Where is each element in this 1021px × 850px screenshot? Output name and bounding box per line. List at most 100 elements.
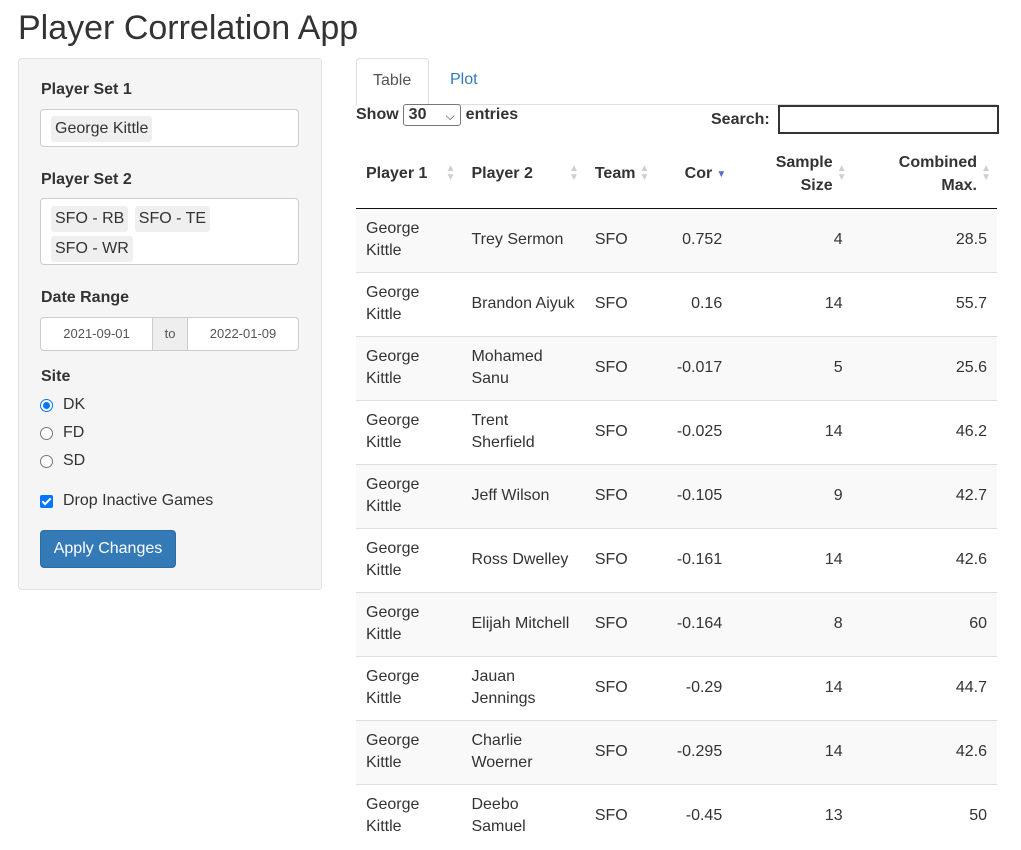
radio-button[interactable] bbox=[40, 454, 53, 468]
column-header-label: Sample Size bbox=[775, 153, 833, 194]
cell-combined-max: 60 bbox=[852, 591, 997, 656]
table-row: George Kittle Trent Sherfield SFO -0.025 14 4… bbox=[356, 399, 997, 464]
start-date-input[interactable]: 2021-09-01 bbox=[40, 317, 153, 351]
column-header-label: Cor bbox=[684, 165, 713, 183]
selected-chip[interactable]: SFO - TE bbox=[134, 206, 211, 232]
cell-player-1: George Kittle bbox=[356, 208, 462, 272]
radio-button[interactable] bbox=[40, 426, 53, 440]
cell-sample-size: 14 bbox=[732, 271, 853, 336]
cell-team: SFO bbox=[584, 271, 656, 336]
column-header-cor[interactable]: Cor ▼ bbox=[655, 140, 733, 209]
column-header-team[interactable]: Team ▲ ▼ bbox=[584, 140, 656, 209]
cell-player-2: Jeff Wilson bbox=[461, 463, 585, 528]
show-label: Show bbox=[356, 106, 399, 123]
drop-inactive-checkbox[interactable] bbox=[40, 494, 53, 508]
selected-chip[interactable]: George Kittle bbox=[51, 116, 153, 142]
drop-inactive-label: Drop Inactive Games bbox=[63, 492, 214, 509]
cell-combined-max: 50 bbox=[852, 783, 997, 848]
radio-button[interactable] bbox=[40, 398, 53, 412]
radio-label: FD bbox=[63, 424, 85, 441]
cell-player-1: George Kittle bbox=[356, 655, 462, 720]
cell-sample-size: 13 bbox=[732, 783, 853, 848]
cell-cor: -0.161 bbox=[655, 527, 733, 592]
column-header-player-2[interactable]: Player 2 ▲ ▼ bbox=[461, 140, 585, 209]
cell-cor: -0.295 bbox=[655, 719, 733, 784]
table-body: George Kittle Trey Sermon SFO 0.752 4 28.5 Geo… bbox=[356, 208, 997, 848]
sort-icon: ▲ ▼ bbox=[568, 163, 579, 183]
site-option-sd[interactable]: SD bbox=[40, 452, 85, 470]
cell-player-1: George Kittle bbox=[356, 591, 462, 656]
column-header-combined-max[interactable]: Combined Max. ▲ ▼ bbox=[852, 140, 997, 209]
sort-icon: ▲ ▼ bbox=[639, 163, 650, 183]
cell-player-1: George Kittle bbox=[356, 335, 462, 400]
cell-team: SFO bbox=[584, 783, 656, 848]
cell-team: SFO bbox=[584, 655, 656, 720]
cell-player-2: Mohamed Sanu bbox=[461, 335, 585, 400]
cell-player-2: Ross Dwelley bbox=[461, 527, 585, 592]
cell-cor: -0.29 bbox=[655, 655, 733, 720]
cell-cor: 0.752 bbox=[655, 208, 733, 272]
correlation-table: Player 1 ▲ ▼ Player 2 ▲ ▼ Team ▲ ▼ Cor ▼ Sa… bbox=[356, 140, 997, 848]
selected-chip[interactable]: SFO - RB bbox=[51, 206, 129, 232]
cell-combined-max: 42.7 bbox=[852, 463, 997, 528]
chevron-down-icon: ⌵ bbox=[445, 109, 455, 123]
cell-team: SFO bbox=[584, 335, 656, 400]
table-row: George Kittle Ross Dwelley SFO -0.161 14 42.6 bbox=[356, 527, 997, 592]
cell-combined-max: 42.6 bbox=[852, 527, 997, 592]
cell-combined-max: 46.2 bbox=[852, 399, 997, 464]
cell-player-1: George Kittle bbox=[356, 463, 462, 528]
date-range-separator: to bbox=[153, 317, 187, 351]
table-search-control: Search: bbox=[711, 105, 999, 134]
column-header-sample-size[interactable]: Sample Size ▲ ▼ bbox=[732, 140, 853, 209]
cell-player-2: Deebo Samuel bbox=[461, 783, 585, 848]
table-row: George Kittle Trey Sermon SFO 0.752 4 28.5 bbox=[356, 208, 997, 272]
cell-sample-size: 14 bbox=[732, 399, 853, 464]
tab-table[interactable]: Table bbox=[356, 58, 429, 106]
player-set-1-label: Player Set 1 bbox=[41, 81, 132, 98]
cell-player-1: George Kittle bbox=[356, 527, 462, 592]
cell-combined-max: 55.7 bbox=[852, 271, 997, 336]
cell-player-2: Brandon Aiyuk bbox=[461, 271, 585, 336]
selected-chip[interactable]: SFO - WR bbox=[51, 236, 133, 262]
cell-team: SFO bbox=[584, 399, 656, 464]
tab-plot[interactable]: Plot bbox=[434, 58, 494, 105]
table-header-row: Player 1 ▲ ▼ Player 2 ▲ ▼ Team ▲ ▼ Cor ▼ Sa… bbox=[356, 140, 997, 209]
cell-player-1: George Kittle bbox=[356, 399, 462, 464]
sort-icon: ▲ ▼ bbox=[981, 163, 991, 183]
table-row: George Kittle Jauan Jennings SFO -0.29 14 44.… bbox=[356, 655, 997, 720]
sort-descending-icon: ▼ bbox=[716, 169, 727, 180]
entries-select[interactable]: 30 ⌵ bbox=[402, 104, 461, 126]
column-header-label: Team bbox=[594, 165, 636, 183]
player-set-2-select[interactable]: SFO - RB SFO - TE SFO - WR bbox=[40, 198, 299, 265]
cell-player-2: Jauan Jennings bbox=[461, 655, 585, 720]
site-option-fd[interactable]: FD bbox=[40, 424, 84, 442]
player-set-1-select[interactable]: George Kittle bbox=[40, 109, 299, 147]
date-range-input: 2021-09-01 to 2022-01-09 bbox=[40, 317, 299, 351]
cell-team: SFO bbox=[584, 463, 656, 528]
table-row: George Kittle Jeff Wilson SFO -0.105 9 42.7 bbox=[356, 463, 997, 528]
table-row: George Kittle Elijah Mitchell SFO -0.164 8 60 bbox=[356, 591, 997, 656]
sidebar-panel: Player Set 1 George Kittle Player Set 2 … bbox=[18, 58, 322, 590]
cell-team: SFO bbox=[584, 719, 656, 784]
player-set-2-label: Player Set 2 bbox=[41, 171, 132, 188]
cell-sample-size: 5 bbox=[732, 335, 853, 400]
cell-player-2: Trey Sermon bbox=[461, 208, 585, 272]
cell-combined-max: 28.5 bbox=[852, 208, 997, 272]
site-label: Site bbox=[41, 368, 71, 385]
column-header-player-1[interactable]: Player 1 ▲ ▼ bbox=[356, 140, 462, 209]
search-input[interactable] bbox=[777, 105, 999, 134]
sort-icon: ▲ ▼ bbox=[836, 163, 847, 183]
table-row: George Kittle Deebo Samuel SFO -0.45 13 50 bbox=[356, 783, 997, 848]
table-row: George Kittle Brandon Aiyuk SFO 0.16 14 55.7 bbox=[356, 271, 997, 336]
drop-inactive-checkbox-row[interactable]: Drop Inactive Games bbox=[40, 492, 213, 510]
cell-player-1: George Kittle bbox=[356, 719, 462, 784]
end-date-input[interactable]: 2022-01-09 bbox=[187, 317, 299, 351]
cell-cor: -0.164 bbox=[655, 591, 733, 656]
cell-player-2: Elijah Mitchell bbox=[461, 591, 585, 656]
site-option-dk[interactable]: DK bbox=[40, 396, 85, 414]
apply-changes-button[interactable]: Apply Changes bbox=[40, 530, 176, 568]
cell-combined-max: 25.6 bbox=[852, 335, 997, 400]
radio-label: SD bbox=[63, 452, 86, 469]
column-header-label: Player 1 bbox=[366, 165, 428, 183]
cell-sample-size: 14 bbox=[732, 655, 853, 720]
